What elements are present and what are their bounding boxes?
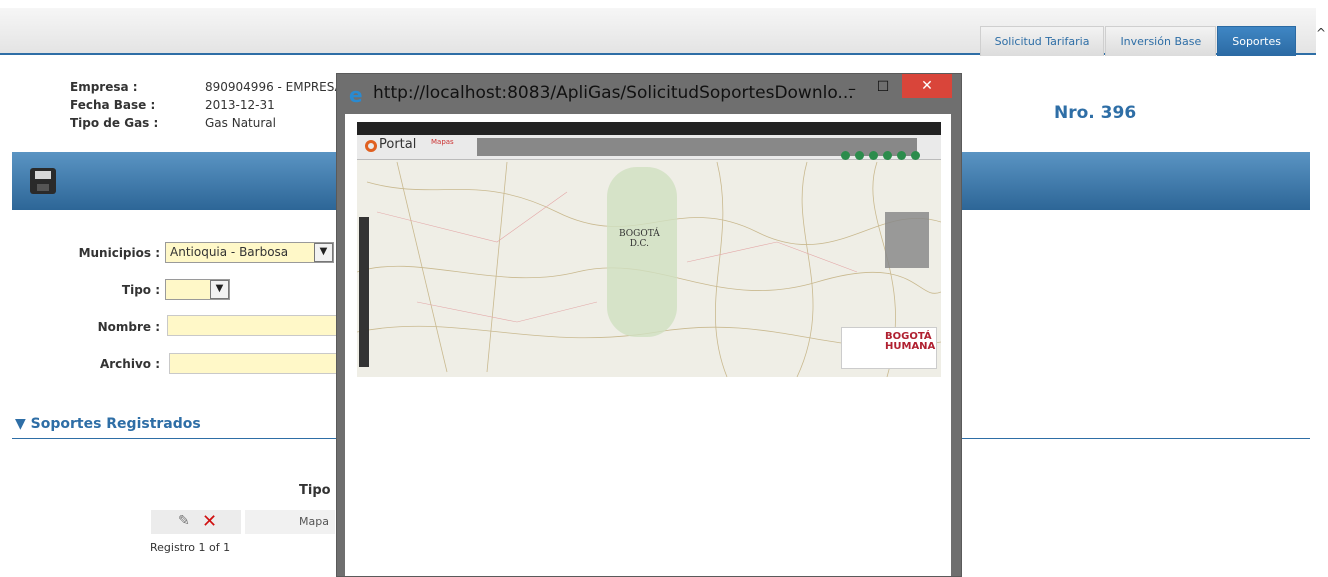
chevron-down-icon: ▼ — [210, 280, 229, 299]
map-legend-panel — [885, 212, 929, 268]
map-city-name: BOGOTÁ — [619, 229, 660, 239]
company-info: Empresa : 890904996 - EMPRESA Fecha Base … — [70, 78, 343, 132]
tipo-cell-value: Mapa — [299, 515, 329, 528]
empresa-label: Empresa : — [70, 80, 138, 94]
tab-inversion-base[interactable]: Inversión Base — [1105, 26, 1217, 56]
chevron-down-icon: ▼ — [314, 243, 333, 262]
archivo-input[interactable] — [169, 353, 344, 374]
portal-label: Portal — [379, 137, 417, 152]
tipo-gas-label: Tipo de Gas : — [70, 116, 159, 130]
map-top-bar — [357, 122, 941, 135]
download-popup-window: e http://localhost:8083/ApliGas/Solicitu… — [336, 73, 962, 577]
nombre-input[interactable] — [167, 315, 344, 336]
nombre-label: Nombre : — [97, 320, 160, 334]
mapas-label: Mapas — [431, 138, 454, 146]
section-header[interactable]: ▼ Soportes Registrados — [15, 416, 201, 432]
popup-title: http://localhost:8083/ApliGas/SolicitudS… — [373, 83, 854, 103]
municipios-label: Municipios : — [78, 246, 160, 260]
request-number: Nro. 396 — [1054, 103, 1137, 123]
tab-soportes[interactable]: Soportes — [1217, 26, 1296, 56]
maximize-icon[interactable]: ☐ — [872, 79, 894, 95]
actions-cell — [151, 510, 241, 534]
pagination-status: Registro 1 of 1 — [150, 541, 231, 554]
map-tool-icon[interactable] — [897, 151, 906, 160]
municipios-select[interactable]: Antioquia - Barbosa ▼ — [165, 242, 334, 263]
map-search-strip — [477, 138, 917, 156]
close-icon[interactable]: ✕ — [902, 74, 952, 98]
map-tool-icon[interactable] — [883, 151, 892, 160]
triangle-down-icon: ▼ — [15, 416, 31, 432]
fecha-base-value: 2013-12-31 — [205, 98, 275, 112]
edit-icon[interactable]: ✎ — [178, 513, 190, 529]
municipios-value: Antioquia - Barbosa — [170, 245, 289, 259]
map-side-toolbar[interactable] — [359, 217, 369, 367]
logo-line-2: HUMANA — [885, 341, 936, 352]
tipo-gas-value: Gas Natural — [205, 116, 276, 130]
portal-logo-icon — [365, 140, 377, 152]
column-header-tipo: Tipo — [299, 483, 331, 498]
tipo-label: Tipo : — [121, 283, 160, 297]
map-tool-icon[interactable] — [911, 151, 920, 160]
browser-icon: e — [349, 83, 363, 107]
tab-solicitud-tarifaria[interactable]: Solicitud Tarifaria — [979, 26, 1105, 56]
popup-content: Portal Mapas BOGOTÁ D.C. BOGOTÁ HUMANA — [345, 114, 951, 576]
fecha-base-label: Fecha Base : — [70, 98, 156, 112]
minimize-icon[interactable]: – — [841, 79, 863, 98]
map-city-dc: D.C. — [629, 239, 649, 249]
map-image: Portal Mapas BOGOTÁ D.C. BOGOTÁ HUMANA — [357, 122, 941, 377]
save-icon[interactable] — [30, 168, 56, 194]
header-band: Solicitud Tarifaria Inversión Base Sopor… — [0, 8, 1316, 56]
map-tool-icon[interactable] — [869, 151, 878, 160]
section-title: Soportes Registrados — [30, 416, 201, 432]
top-strip — [0, 0, 1328, 8]
delete-icon[interactable]: ✕ — [202, 511, 217, 532]
map-tool-icon[interactable] — [841, 151, 850, 160]
archivo-label: Archivo : — [99, 357, 160, 371]
tab-bar: Solicitud Tarifaria Inversión Base Sopor… — [979, 26, 1296, 56]
map-tool-icon[interactable] — [855, 151, 864, 160]
empresa-value: 890904996 - EMPRESA — [205, 80, 343, 94]
map-green-area — [607, 167, 677, 337]
bogota-logo-text: BOGOTÁ HUMANA — [885, 332, 935, 352]
map-city-label: BOGOTÁ D.C. — [619, 229, 660, 249]
scroll-up-icon[interactable]: ^ — [1316, 26, 1328, 46]
tipo-select[interactable]: ▼ — [165, 279, 230, 300]
popup-titlebar[interactable]: e http://localhost:8083/ApliGas/Solicitu… — [337, 74, 961, 114]
